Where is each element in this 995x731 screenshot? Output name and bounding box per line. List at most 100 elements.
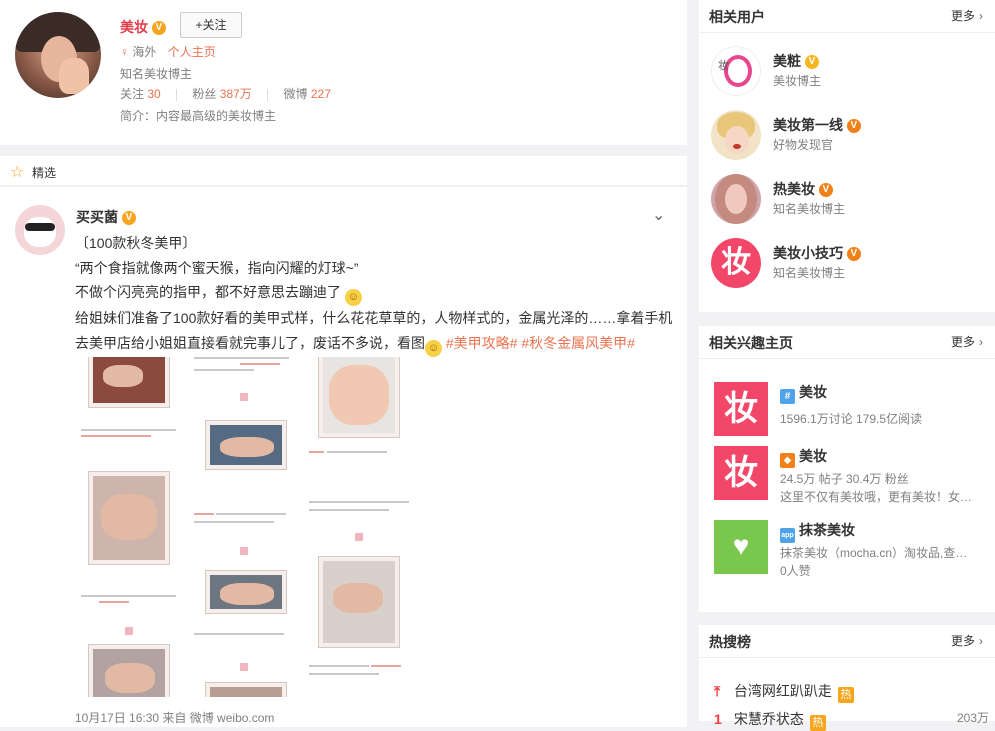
more-link-label: 更多 [950, 9, 975, 23]
interest-thumb[interactable]: 妆 [714, 382, 768, 436]
interest-name-wrap: ◆ 美妆 [780, 446, 827, 468]
hot-search-more[interactable]: 更多 › [951, 632, 983, 649]
stat-weibo-label[interactable]: 微博 [283, 87, 307, 101]
user-desc: 美妆博主 [773, 74, 822, 88]
related-interests-title: 相关兴趣主页 [709, 335, 793, 351]
hashtag-link[interactable]: #美甲攻略# [446, 335, 518, 351]
post-line: 给姐妹们准备了100款好看的美甲式样，什么花花草草的，人物样式的，金属光泽的……… [75, 310, 673, 326]
user-name-wrap: 美妆第一线 V [773, 115, 861, 135]
related-user-item[interactable]: 热美妆 V 知名美妆博主 [709, 174, 989, 226]
chevron-down-icon[interactable]: ⌄ [652, 205, 665, 225]
post-author-name[interactable]: 买买菌 [76, 209, 118, 225]
location-row: ♀ 海外 个人主页 [120, 43, 216, 60]
profile-name-wrap: 美妆 V [120, 17, 166, 37]
post-footer: 10月17日 16:30 来自 微博 weibo.com [75, 711, 275, 725]
chevron-right-icon: › [979, 634, 983, 648]
interest-likes: 0人赞 [780, 564, 811, 578]
user-avatar[interactable] [711, 110, 761, 160]
featured-label: 精选 [32, 166, 57, 180]
profile-name[interactable]: 美妆 [120, 19, 148, 35]
user-desc: 知名美妆博主 [773, 202, 846, 216]
related-user-item[interactable]: 妆 美妆小技巧 V 知名美妆博主 [709, 238, 989, 290]
related-users-box: 相关用户 更多 › 妆 美粧 V 美妆博主 美妆第一线 V 好物发现官 热美妆 … [699, 0, 995, 312]
user-name[interactable]: 热美妆 [773, 181, 815, 197]
verified-icon: V [818, 183, 833, 198]
profile-stats: 关注 30 粉丝 387万 微博 227 [120, 85, 331, 102]
user-name-wrap: 美粧 V [773, 51, 819, 71]
stat-fans-label[interactable]: 粉丝 [192, 87, 216, 101]
interest-name[interactable]: 美妆 [799, 448, 827, 464]
related-interests-more[interactable]: 更多 › [951, 333, 983, 350]
user-desc: 好物发现官 [773, 138, 834, 152]
user-avatar[interactable] [711, 174, 761, 224]
hot-badge: 热 [809, 715, 826, 731]
stat-fans-value[interactable]: 387万 [220, 87, 252, 101]
interest-name-wrap: app 抹茶美妆 [780, 520, 855, 543]
follow-button[interactable]: +关注 [180, 12, 242, 38]
post-line: “两个食指就像两个蜜天猴，指向闪耀的灯球~” [75, 259, 359, 276]
emoji-icon: ☺ [425, 339, 442, 357]
verified-icon: V [121, 211, 136, 226]
stat-follow-value[interactable]: 30 [147, 87, 160, 101]
interest-thumb[interactable]: ♥ [714, 520, 768, 574]
homepage-link[interactable]: 个人主页 [168, 45, 216, 59]
interest-name[interactable]: 抹茶美妆 [799, 522, 855, 538]
user-name[interactable]: 美妆小技巧 [773, 245, 843, 261]
hot-search-item[interactable]: ⤒ 台湾网红趴趴走热 [714, 681, 989, 703]
related-user-item[interactable]: 美妆第一线 V 好物发现官 [709, 110, 989, 162]
related-user-item[interactable]: 妆 美粧 V 美妆博主 [709, 46, 989, 98]
chevron-right-icon: › [979, 335, 983, 349]
post-line-with-emoji: 不做个闪亮亮的指甲，都不好意思去蹦迪了 ☺ [75, 280, 675, 306]
hot-search-item[interactable]: 1 宋慧乔状态热 203万 [714, 709, 989, 731]
interest-name[interactable]: 美妆 [799, 384, 827, 400]
hot-rank: 1 [714, 711, 722, 727]
user-desc: 知名美妆博主 [773, 266, 846, 280]
post-body: 〔100款秋冬美甲〕 “两个食指就像两个蜜天猴，指向闪耀的灯球~” 不做个闪亮亮… [75, 231, 675, 357]
interest-thumb[interactable]: 妆 [714, 446, 768, 500]
interest-item[interactable]: 妆 ◆ 美妆 24.5万 帖子 30.4万 粉丝 这里不仅有美妆哦，更有美妆！女… [714, 446, 989, 506]
profile-intro: 简介：内容最高级的美妆博主 [120, 109, 277, 123]
hot-badge: 热 [837, 687, 854, 703]
hot-search-box: 热搜榜 更多 › ⤒ 台湾网红趴趴走热 1 宋慧乔状态热 203万 [699, 625, 995, 731]
gender-icon: ♀ [120, 45, 129, 59]
star-icon: ☆ [10, 164, 25, 181]
interest-item[interactable]: 妆 # 美妆 1596.1万讨论 179.5亿阅读 [714, 382, 989, 442]
user-name-wrap: 热美妆 V [773, 179, 833, 199]
more-link-label: 更多 [950, 335, 975, 349]
stat-weibo-value[interactable]: 227 [311, 87, 331, 101]
hot-search-text[interactable]: 台湾网红趴趴走 [734, 683, 832, 699]
post-line-text: 不做个闪亮亮的指甲，都不好意思去蹦迪了 [75, 284, 341, 300]
interest-item[interactable]: ♥ app 抹茶美妆 抹茶美妆（mocha.cn）淘妆品,查… 0人赞 [714, 520, 989, 580]
more-link-label: 更多 [950, 634, 975, 648]
emoji-icon: ☺ [344, 289, 362, 306]
related-users-more[interactable]: 更多 › [951, 7, 983, 24]
post-line-text: 去美甲店给小姐姐直接看就完事儿了，废话不多说，看图 [75, 334, 425, 351]
verified-icon: V [151, 21, 166, 36]
chevron-right-icon: › [979, 9, 983, 23]
post-image-collage[interactable] [75, 357, 415, 697]
location-text: 海外 [132, 45, 157, 59]
interest-desc: 这里不仅有美妆哦，更有美妆！女… [780, 490, 973, 504]
profile-avatar[interactable] [15, 12, 101, 98]
user-name[interactable]: 美妆第一线 [773, 117, 843, 133]
hot-search-text[interactable]: 宋慧乔状态 [734, 711, 804, 727]
verified-icon: V [846, 119, 861, 134]
user-avatar[interactable]: 妆 [711, 238, 761, 288]
stat-follow-label[interactable]: 关注 [120, 87, 144, 101]
verified-icon: V [804, 55, 819, 70]
post-author-wrap: 买买菌 V [76, 207, 136, 227]
hashtag-link[interactable]: #秋冬金属风美甲# [521, 335, 635, 351]
related-users-title: 相关用户 [709, 9, 765, 25]
post-line: 〔100款秋冬美甲〕 [75, 235, 197, 251]
post-author-avatar[interactable] [15, 205, 65, 255]
user-avatar[interactable]: 妆 [711, 46, 761, 96]
feed-post: 买买菌 V ⌄ 〔100款秋冬美甲〕 “两个食指就像两个蜜天猴，指向闪耀的灯球~… [0, 187, 687, 727]
user-name[interactable]: 美粧 [773, 53, 801, 69]
hot-search-title: 热搜榜 [709, 634, 751, 650]
related-interests-box: 相关兴趣主页 更多 › 妆 # 美妆 1596.1万讨论 179.5亿阅读 妆 ◆ 美… [699, 326, 995, 612]
post-line-with-tags: 去美甲店给小姐姐直接看就完事儿了，废话不多说，看图 ☺ #美甲攻略# #秋冬金属风… [75, 331, 675, 357]
supertopic-icon: ◆ [780, 453, 795, 468]
verified-icon: V [846, 247, 861, 262]
interest-stats: 24.5万 帖子 30.4万 粉丝 [780, 472, 909, 486]
app-icon: app [780, 528, 795, 543]
